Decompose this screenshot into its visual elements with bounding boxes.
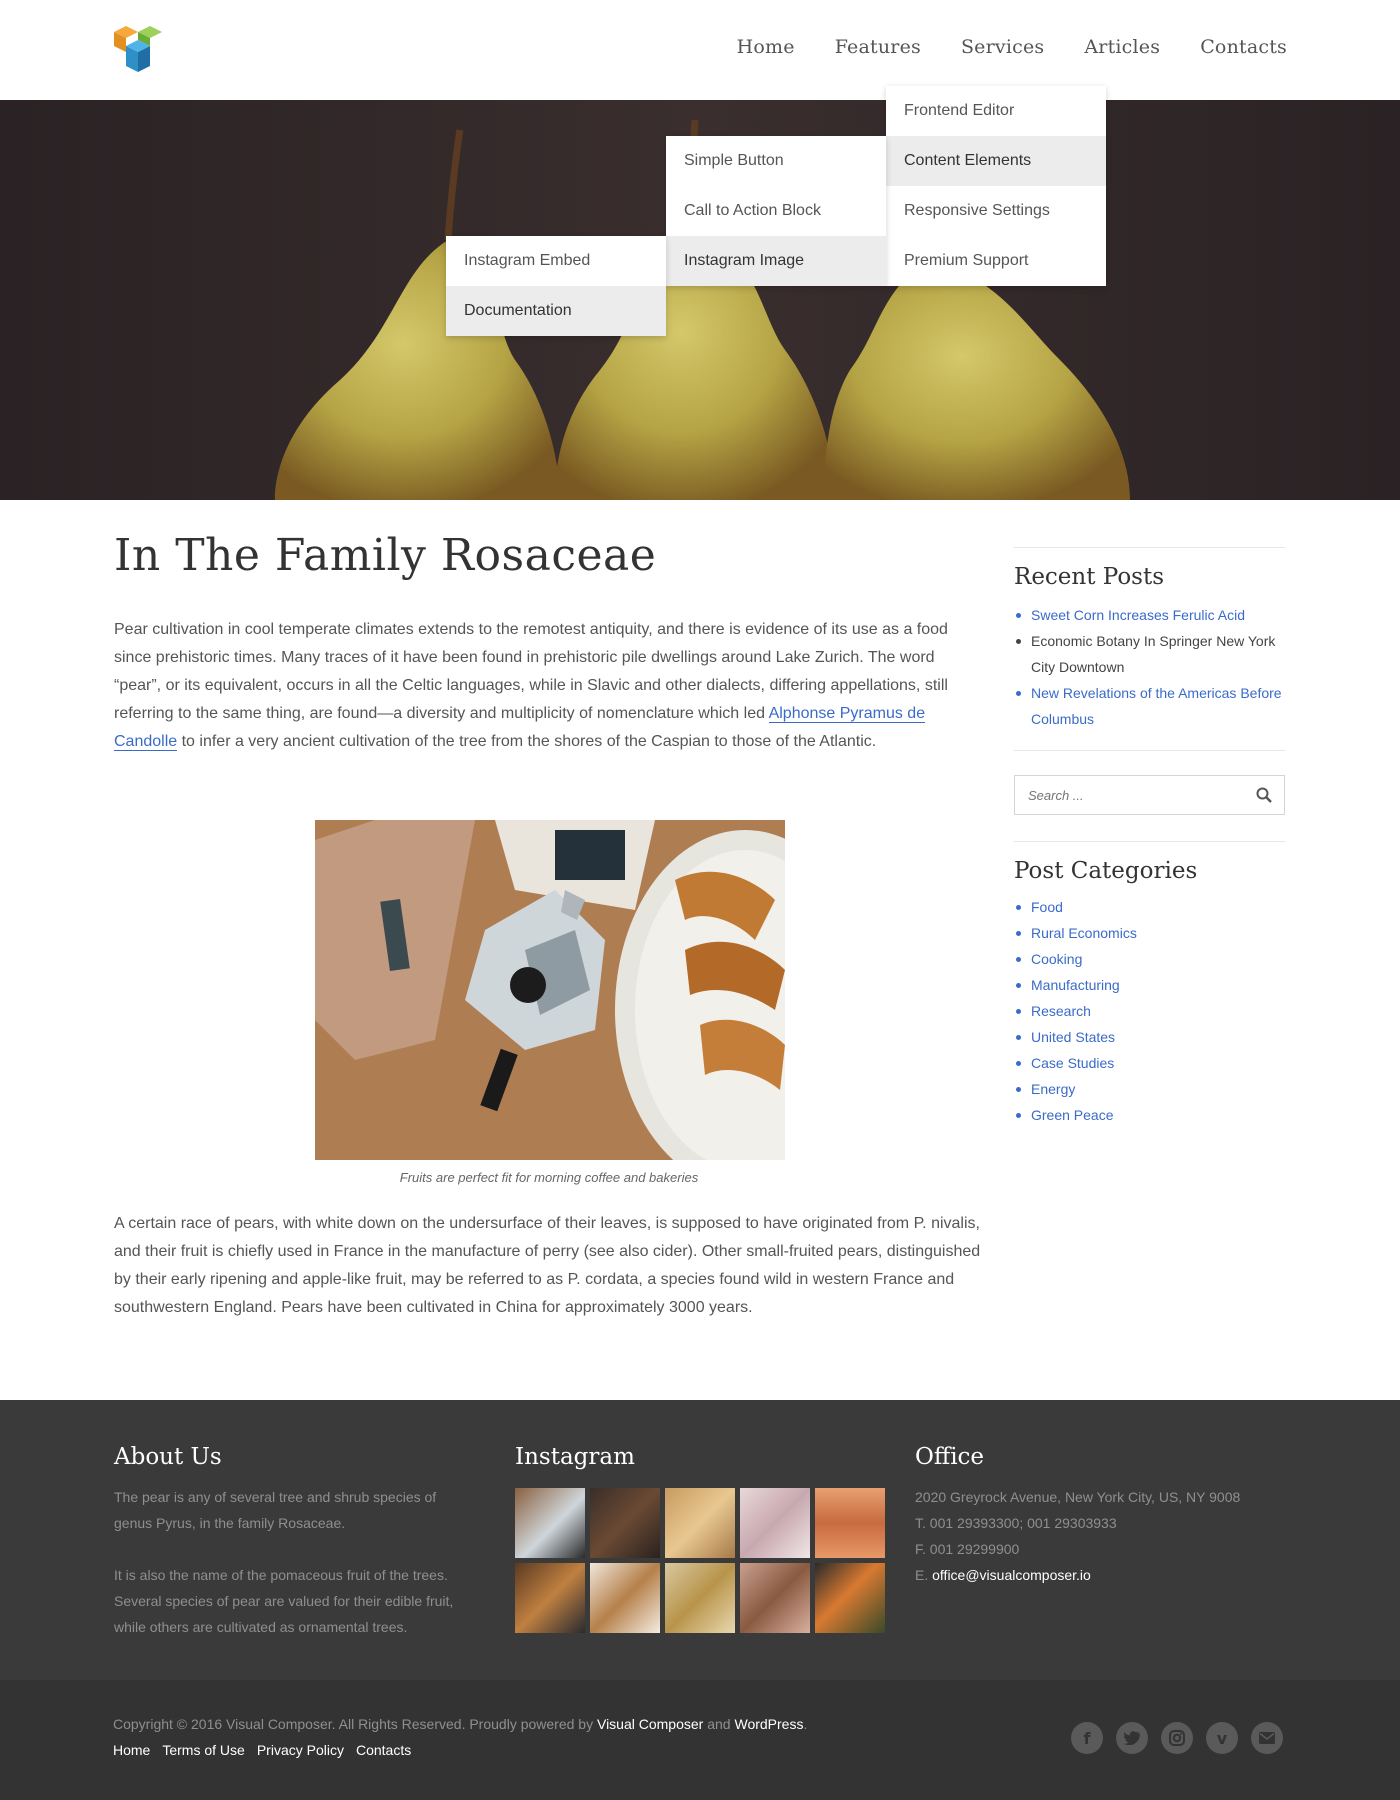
instagram-image-submenu: Instagram Embed Documentation — [446, 236, 666, 336]
category-item[interactable]: Manufacturing — [1014, 972, 1285, 998]
site-header: Home Features Services Articles Contacts — [0, 0, 1400, 100]
article: In The Family Rosaceae Pear cultivation … — [114, 530, 984, 1316]
category-item[interactable]: United States — [1014, 1024, 1285, 1050]
office-section: Office 2020 Greyrock Avenue, New York Ci… — [915, 1444, 1295, 1588]
footer-link-privacy[interactable]: Privacy Policy — [257, 1742, 344, 1758]
office-address: 2020 Greyrock Avenue, New York City, US,… — [915, 1489, 1241, 1505]
instagram-photo[interactable] — [815, 1563, 885, 1633]
instagram-photo[interactable] — [590, 1563, 660, 1633]
search-input[interactable] — [1015, 776, 1258, 814]
footer-link-terms[interactable]: Terms of Use — [162, 1742, 244, 1758]
category-item[interactable]: Green Peace — [1014, 1102, 1285, 1128]
wordpress-link[interactable]: WordPress — [734, 1716, 803, 1732]
category-item[interactable]: Food — [1014, 894, 1285, 920]
about-us-section: About Us The pear is any of several tree… — [114, 1444, 474, 1640]
nav-articles[interactable]: Articles — [1084, 36, 1160, 58]
instagram-grid — [515, 1488, 895, 1633]
categories-list: Food Rural Economics Cooking Manufacturi… — [1014, 894, 1285, 1128]
divider — [1014, 547, 1285, 548]
menu-item-instagram-embed[interactable]: Instagram Embed — [446, 236, 666, 286]
article-photo — [315, 820, 785, 1160]
menu-item-documentation[interactable]: Documentation — [446, 286, 666, 336]
office-email-link[interactable]: office@visualcomposer.io — [932, 1567, 1091, 1583]
menu-item-frontend-editor[interactable]: Frontend Editor — [886, 86, 1106, 136]
copyright-text: Copyright © 2016 Visual Composer. All Ri… — [113, 1716, 597, 1732]
instagram-icon[interactable] — [1161, 1722, 1193, 1754]
copyright: Copyright © 2016 Visual Composer. All Ri… — [113, 1716, 807, 1732]
nav-contacts[interactable]: Contacts — [1200, 36, 1287, 58]
instagram-photo[interactable] — [665, 1563, 735, 1633]
instagram-photo[interactable] — [590, 1488, 660, 1558]
menu-item-simple-button[interactable]: Simple Button — [666, 136, 886, 186]
instagram-section: Instagram — [515, 1444, 895, 1633]
main-nav: Home Features Services Articles Contacts — [737, 36, 1287, 58]
about-us-title: About Us — [114, 1444, 222, 1470]
article-title: In The Family Rosaceae — [114, 530, 657, 581]
menu-item-call-to-action[interactable]: Call to Action Block — [666, 186, 886, 236]
instagram-photo[interactable] — [740, 1488, 810, 1558]
category-item[interactable]: Cooking — [1014, 946, 1285, 972]
site-footer: About Us The pear is any of several tree… — [0, 1400, 1400, 1680]
footer-links: Home Terms of Use Privacy Policy Contact… — [113, 1742, 411, 1758]
vimeo-icon[interactable]: v — [1206, 1722, 1238, 1754]
nav-features[interactable]: Features — [835, 36, 921, 58]
search-icon[interactable] — [1256, 787, 1272, 803]
divider — [1014, 750, 1285, 751]
office-email-line: E. office@visualcomposer.io — [915, 1562, 1295, 1588]
copyright-text: and — [703, 1716, 735, 1732]
recent-post-item[interactable]: Economic Botany In Springer New York Cit… — [1014, 628, 1285, 680]
copyright-text: . — [803, 1716, 808, 1732]
twitter-icon[interactable] — [1116, 1722, 1148, 1754]
visual-composer-logo-icon[interactable] — [114, 24, 164, 76]
search-box — [1014, 775, 1285, 815]
recent-posts-list: Sweet Corn Increases Ferulic Acid Econom… — [1014, 602, 1285, 732]
facebook-icon[interactable]: f — [1071, 1722, 1103, 1754]
category-item[interactable]: Rural Economics — [1014, 920, 1285, 946]
sidebar: Recent Posts Sweet Corn Increases Feruli… — [1014, 547, 1285, 1128]
features-dropdown: Frontend Editor Content Elements Respons… — [886, 86, 1106, 286]
instagram-photo[interactable] — [740, 1563, 810, 1633]
recent-posts-title: Recent Posts — [1014, 564, 1165, 590]
menu-item-content-elements[interactable]: Content Elements — [886, 136, 1106, 186]
office-fax: F. 001 29299900 — [915, 1541, 1020, 1557]
divider — [1014, 841, 1285, 842]
paragraph-text: to infer a very ancient cultivation of t… — [177, 733, 877, 750]
category-item[interactable]: Research — [1014, 998, 1285, 1024]
article-paragraph-2: A certain race of pears, with white down… — [114, 1215, 981, 1316]
footer-link-contacts[interactable]: Contacts — [356, 1742, 411, 1758]
article-paragraph-1: Pear cultivation in cool temperate clima… — [114, 616, 984, 756]
instagram-photo[interactable] — [815, 1488, 885, 1558]
photo-caption: Fruits are perfect fit for morning coffe… — [399, 1170, 699, 1185]
category-item[interactable]: Energy — [1014, 1076, 1285, 1102]
instagram-photo[interactable] — [515, 1563, 585, 1633]
email-icon[interactable] — [1251, 1722, 1283, 1754]
nav-home[interactable]: Home — [737, 36, 795, 58]
about-text-1: The pear is any of several tree and shru… — [114, 1489, 437, 1531]
menu-item-premium-support[interactable]: Premium Support — [886, 236, 1106, 286]
instagram-photo[interactable] — [665, 1488, 735, 1558]
content-elements-submenu: Simple Button Call to Action Block Insta… — [666, 136, 886, 286]
nav-services[interactable]: Services — [961, 36, 1044, 58]
category-item[interactable]: Case Studies — [1014, 1050, 1285, 1076]
instagram-photo[interactable] — [515, 1488, 585, 1558]
menu-item-instagram-image[interactable]: Instagram Image — [666, 236, 886, 286]
recent-post-item[interactable]: Sweet Corn Increases Ferulic Acid — [1014, 602, 1285, 628]
footer-link-home[interactable]: Home — [113, 1742, 150, 1758]
office-title: Office — [915, 1444, 985, 1470]
post-categories-title: Post Categories — [1014, 858, 1198, 884]
office-phone: T. 001 29393300; 001 29303933 — [915, 1515, 1117, 1531]
instagram-title: Instagram — [515, 1444, 635, 1470]
visual-composer-link[interactable]: Visual Composer — [597, 1716, 703, 1732]
bottom-bar: Copyright © 2016 Visual Composer. All Ri… — [0, 1680, 1400, 1800]
menu-item-responsive-settings[interactable]: Responsive Settings — [886, 186, 1106, 236]
email-prefix: E. — [915, 1567, 929, 1583]
social-links: f v — [1071, 1722, 1283, 1754]
recent-post-item[interactable]: New Revelations of the Americas Before C… — [1014, 680, 1285, 732]
about-text-2: It is also the name of the pomaceous fru… — [114, 1567, 454, 1635]
